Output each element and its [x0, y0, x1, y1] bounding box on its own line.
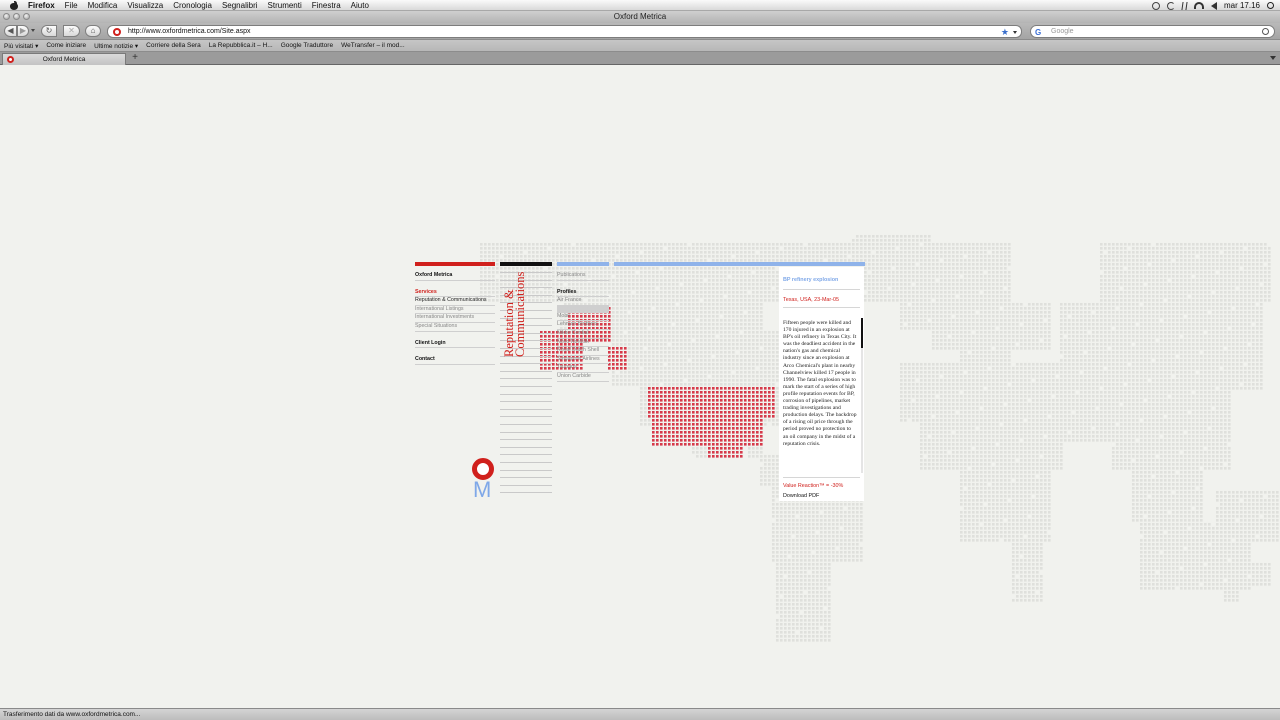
google-engine-icon[interactable]: G: [1035, 27, 1041, 39]
window-titlebar: Oxford Metrica: [0, 11, 1280, 23]
url-text[interactable]: http://www.oxfordmetrica.com/Site.aspx: [128, 28, 251, 35]
home-button[interactable]: ⌂: [85, 25, 101, 37]
bookmarks-toolbar: Più visitati ▾ Come iniziare Ultime noti…: [0, 40, 1280, 52]
url-bar[interactable]: http://www.oxfordmetrica.com/Site.aspx ★: [107, 25, 1022, 38]
wifi-icon[interactable]: [1193, 2, 1204, 9]
spotlight-status-icon[interactable]: [1151, 1, 1160, 10]
reload-button[interactable]: ↻: [41, 25, 57, 37]
search-icon[interactable]: [1262, 28, 1269, 35]
menu-extras: mar 17.16: [1151, 0, 1274, 11]
menu-app-firefox[interactable]: Firefox: [24, 1, 60, 10]
bookmark-ultime-notizie[interactable]: Ultime notizie ▾: [90, 42, 142, 50]
menu-finestra[interactable]: Finestra: [307, 1, 346, 10]
history-dropdown-icon[interactable]: [31, 29, 35, 32]
close-window-icon[interactable]: [3, 13, 10, 20]
url-dropdown-icon[interactable]: [1013, 31, 1017, 34]
time-machine-icon[interactable]: [1166, 1, 1175, 10]
menu-strumenti[interactable]: Strumenti: [263, 1, 307, 10]
navigation-toolbar: ◀ ▶ ↻ ✕ ⌂ http://www.oxfordmetrica.com/S…: [0, 23, 1280, 40]
tab-bar: Oxford Metrica +: [0, 52, 1280, 65]
spotlight-search-icon[interactable]: [1267, 2, 1274, 9]
bookmark-piu-visitati[interactable]: Più visitati ▾: [0, 42, 42, 50]
menu-segnalibri[interactable]: Segnalibri: [217, 1, 263, 10]
window-title: Oxford Metrica: [613, 12, 667, 21]
stop-button[interactable]: ✕: [63, 25, 80, 37]
tab-label[interactable]: Oxford Metrica: [43, 56, 86, 63]
volume-icon[interactable]: [1210, 1, 1217, 10]
zoom-window-icon[interactable]: [23, 13, 30, 20]
bookmark-come-iniziare[interactable]: Come iniziare: [42, 42, 90, 49]
bookmark-wetransfer[interactable]: WeTransfer – il mod...: [337, 42, 409, 49]
site-favicon-icon: [113, 28, 121, 36]
bookmark-corriere[interactable]: Corriere della Sera: [142, 42, 205, 49]
tab-favicon-icon: [7, 56, 14, 63]
menu-aiuto[interactable]: Aiuto: [346, 1, 374, 10]
minimize-window-icon[interactable]: [13, 13, 20, 20]
apple-icon[interactable]: [10, 0, 18, 10]
list-all-tabs-icon[interactable]: [1270, 56, 1276, 60]
menu-bar: Firefox File Modifica Visualizza Cronolo…: [0, 0, 1280, 11]
forward-button[interactable]: ▶: [17, 25, 29, 37]
search-bar[interactable]: G Google: [1030, 25, 1275, 38]
bluetooth-icon[interactable]: [1181, 1, 1188, 10]
menu-file[interactable]: File: [60, 1, 83, 10]
search-input[interactable]: Google: [1051, 28, 1074, 35]
bookmark-repubblica[interactable]: La Repubblica.it – H...: [205, 42, 277, 49]
menu-clock[interactable]: mar 17.16: [1224, 1, 1260, 10]
bookmark-star-icon[interactable]: ★: [1001, 26, 1009, 38]
window-controls: [3, 13, 30, 20]
menu-cronologia[interactable]: Cronologia: [168, 1, 217, 10]
menu-visualizza[interactable]: Visualizza: [122, 1, 168, 10]
back-button[interactable]: ◀: [4, 25, 17, 37]
tab-oxford-metrica[interactable]: Oxford Metrica: [2, 53, 126, 65]
bookmark-google-traduttore[interactable]: Google Traduttore: [277, 42, 337, 49]
new-tab-button[interactable]: +: [129, 53, 141, 64]
menu-modifica[interactable]: Modifica: [83, 1, 123, 10]
